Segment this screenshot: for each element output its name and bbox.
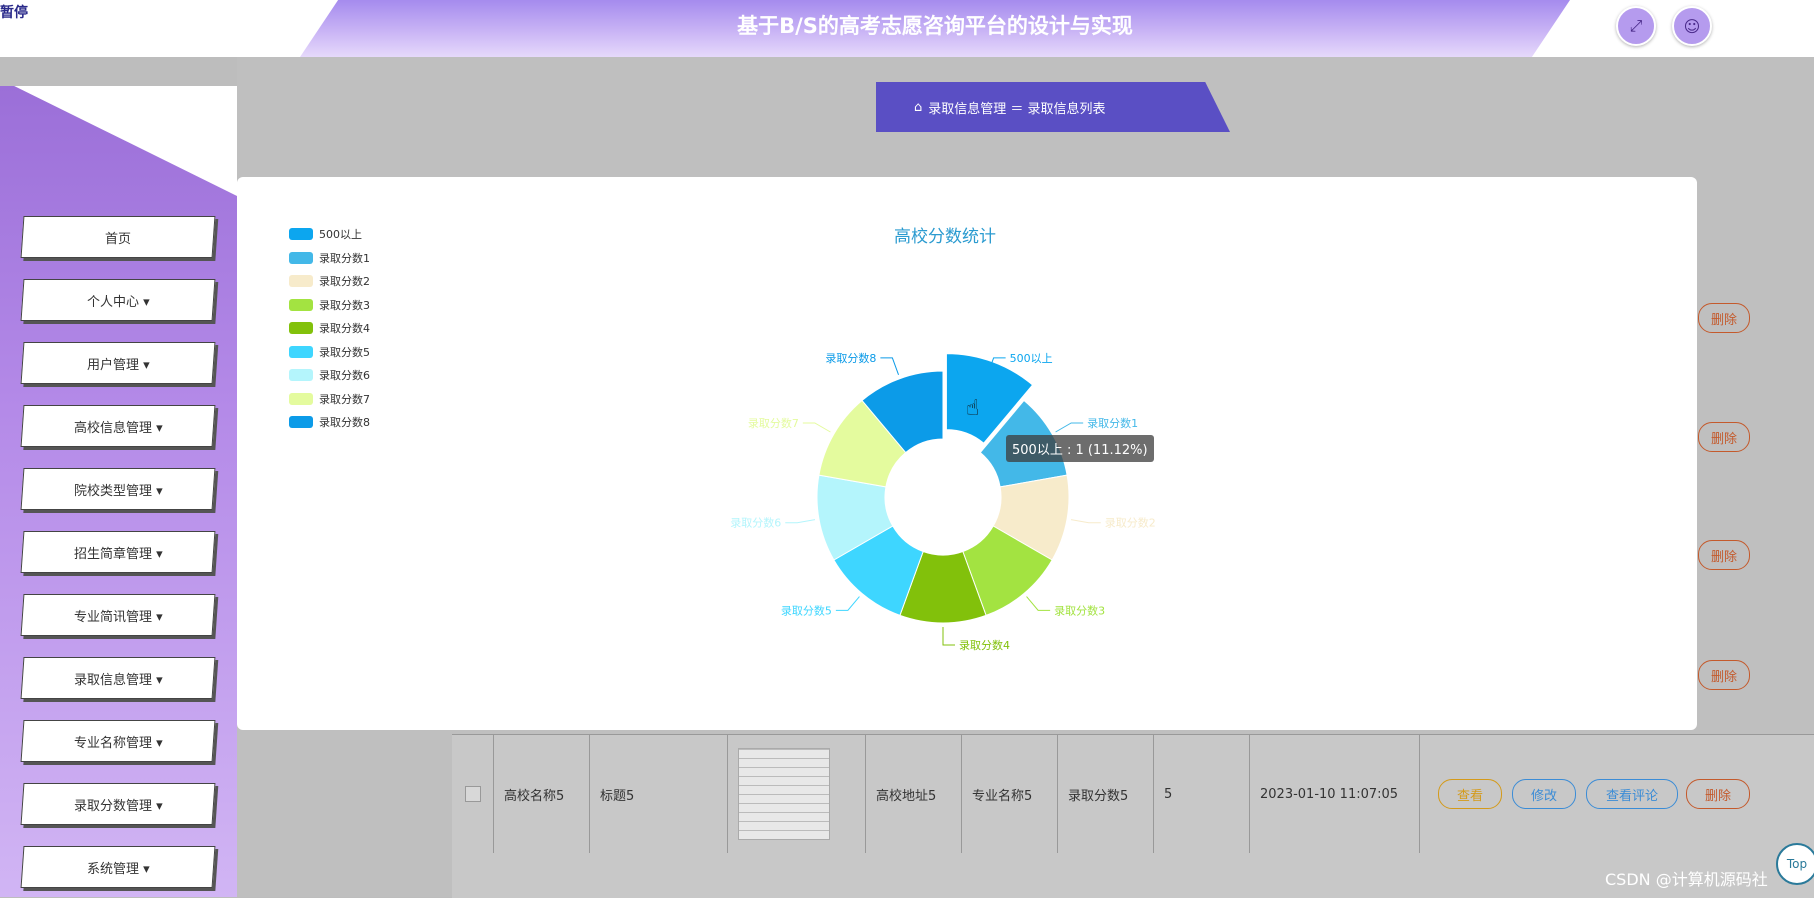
sidebar-item-label: 院校类型管理 ▾: [73, 483, 163, 499]
sidebar-item-label: 专业名称管理 ▾: [73, 735, 163, 751]
sidebar-item-label: 高校信息管理 ▾: [73, 420, 163, 436]
corner-tag: 暂停: [0, 5, 28, 21]
delete-button[interactable]: 删除: [1698, 303, 1750, 333]
cell-score: 录取分数5: [1058, 735, 1154, 853]
fullscreen-icon: ⤢: [1629, 16, 1643, 35]
delete-button[interactable]: 删除: [1686, 779, 1750, 809]
sidebar-item[interactable]: 用户管理 ▾: [20, 342, 216, 384]
legend-label: 录取分数2: [319, 275, 370, 288]
sidebar-item-label: 录取信息管理 ▾: [73, 672, 163, 688]
cursor-icon: ☝: [966, 396, 980, 421]
sidebar-item[interactable]: 系统管理 ▾: [20, 846, 216, 888]
legend-swatch: [289, 345, 313, 358]
sidebar-item[interactable]: 招生简章管理 ▾: [20, 531, 216, 573]
legend-item[interactable]: 录取分数8: [289, 413, 370, 431]
table-row: 高校名称5 标题5 高校地址5 专业名称5 录取分数5 5 2023-01-10…: [452, 735, 1814, 853]
sidebar-item[interactable]: 院校类型管理 ▾: [20, 468, 216, 510]
sidebar-item[interactable]: 录取分数管理 ▾: [20, 783, 216, 825]
legend-item[interactable]: 500以上: [289, 225, 362, 243]
breadcrumb-text: 录取信息管理 ＝ 录取信息列表: [928, 101, 1106, 117]
sidebar-item-label: 首页: [104, 231, 131, 247]
cell-major: 专业名称5: [962, 735, 1058, 853]
cell-address: 高校地址5: [866, 735, 962, 853]
sidebar-item-label: 录取分数管理 ▾: [73, 798, 163, 814]
legend-swatch: [289, 275, 313, 287]
delete-button[interactable]: 删除: [1698, 540, 1750, 570]
cell-count: 5: [1154, 735, 1250, 853]
row-checkbox[interactable]: [464, 786, 481, 802]
sidebar-item[interactable]: 录取信息管理 ▾: [20, 657, 216, 699]
home-icon: ⌂: [914, 99, 923, 115]
legend-item[interactable]: 录取分数6: [289, 366, 370, 384]
sidebar-item[interactable]: 高校信息管理 ▾: [20, 405, 216, 447]
view-button[interactable]: 查看: [1438, 779, 1502, 809]
legend-label: 录取分数5: [319, 345, 370, 359]
watermark: CSDN @计算机源码社: [1605, 870, 1768, 889]
legend-item[interactable]: 录取分数4: [289, 319, 370, 337]
breadcrumb: ⌂ 录取信息管理 ＝ 录取信息列表: [876, 82, 1230, 132]
chart-title: 高校分数统计: [894, 227, 996, 247]
sidebar-item-label: 专业简讯管理 ▾: [73, 609, 163, 625]
cell-image: [728, 735, 866, 853]
delete-button[interactable]: 删除: [1698, 422, 1750, 452]
legend-label: 录取分数7: [319, 392, 370, 406]
delete-button[interactable]: 删除: [1698, 660, 1750, 690]
sidebar-item[interactable]: 首页: [20, 216, 216, 258]
edit-button[interactable]: 修改: [1512, 779, 1576, 809]
legend-item[interactable]: 录取分数5: [289, 343, 370, 361]
sidebar-item[interactable]: 个人中心 ▾: [20, 279, 216, 321]
legend-label: 录取分数4: [319, 322, 370, 335]
cell-time: 2023-01-10 11:07:05: [1250, 735, 1420, 853]
legend-item[interactable]: 录取分数1: [289, 249, 370, 267]
legend-swatch: [289, 298, 313, 311]
legend-item[interactable]: 录取分数3: [289, 296, 370, 314]
legend-label: 录取分数3: [319, 298, 370, 312]
user-icon: ☺: [1683, 16, 1701, 36]
fullscreen-button[interactable]: ⤢: [1616, 6, 1656, 46]
sidebar-item-label: 系统管理 ▾: [86, 861, 150, 877]
cell-title: 标题5: [590, 735, 728, 853]
chart-modal: [237, 177, 1697, 730]
legend-label: 录取分数1: [319, 251, 370, 265]
sidebar-item[interactable]: 专业简讯管理 ▾: [20, 594, 216, 636]
legend-swatch: [289, 392, 313, 405]
thumbnail-image: [738, 748, 830, 840]
legend-item[interactable]: 录取分数7: [289, 390, 370, 408]
sidebar-item-label: 个人中心 ▾: [86, 294, 150, 310]
legend-swatch: [289, 322, 313, 334]
cell-school: 高校名称5: [494, 735, 590, 853]
back-to-top-button[interactable]: Top: [1776, 843, 1814, 885]
legend-swatch: [289, 416, 313, 428]
sidebar-item[interactable]: 专业名称管理 ▾: [20, 720, 216, 762]
legend-swatch: [289, 369, 313, 381]
view-comments-button[interactable]: 查看评论: [1586, 779, 1678, 809]
legend-swatch: [289, 251, 313, 264]
legend-label: 500以上: [319, 228, 362, 241]
sidebar-item-label: 用户管理 ▾: [86, 357, 150, 373]
legend-swatch: [289, 228, 313, 240]
legend-item[interactable]: 录取分数2: [289, 272, 370, 290]
sidebar-item-label: 招生简章管理 ▾: [73, 546, 163, 562]
legend-label: 录取分数6: [319, 369, 370, 382]
page-title: 基于B/S的高考志愿咨询平台的设计与实现: [737, 14, 1133, 38]
chart-tooltip: 500以上 : 1 (11.12%): [1006, 435, 1154, 462]
user-button[interactable]: ☺: [1672, 6, 1712, 46]
legend-label: 录取分数8: [319, 416, 370, 429]
